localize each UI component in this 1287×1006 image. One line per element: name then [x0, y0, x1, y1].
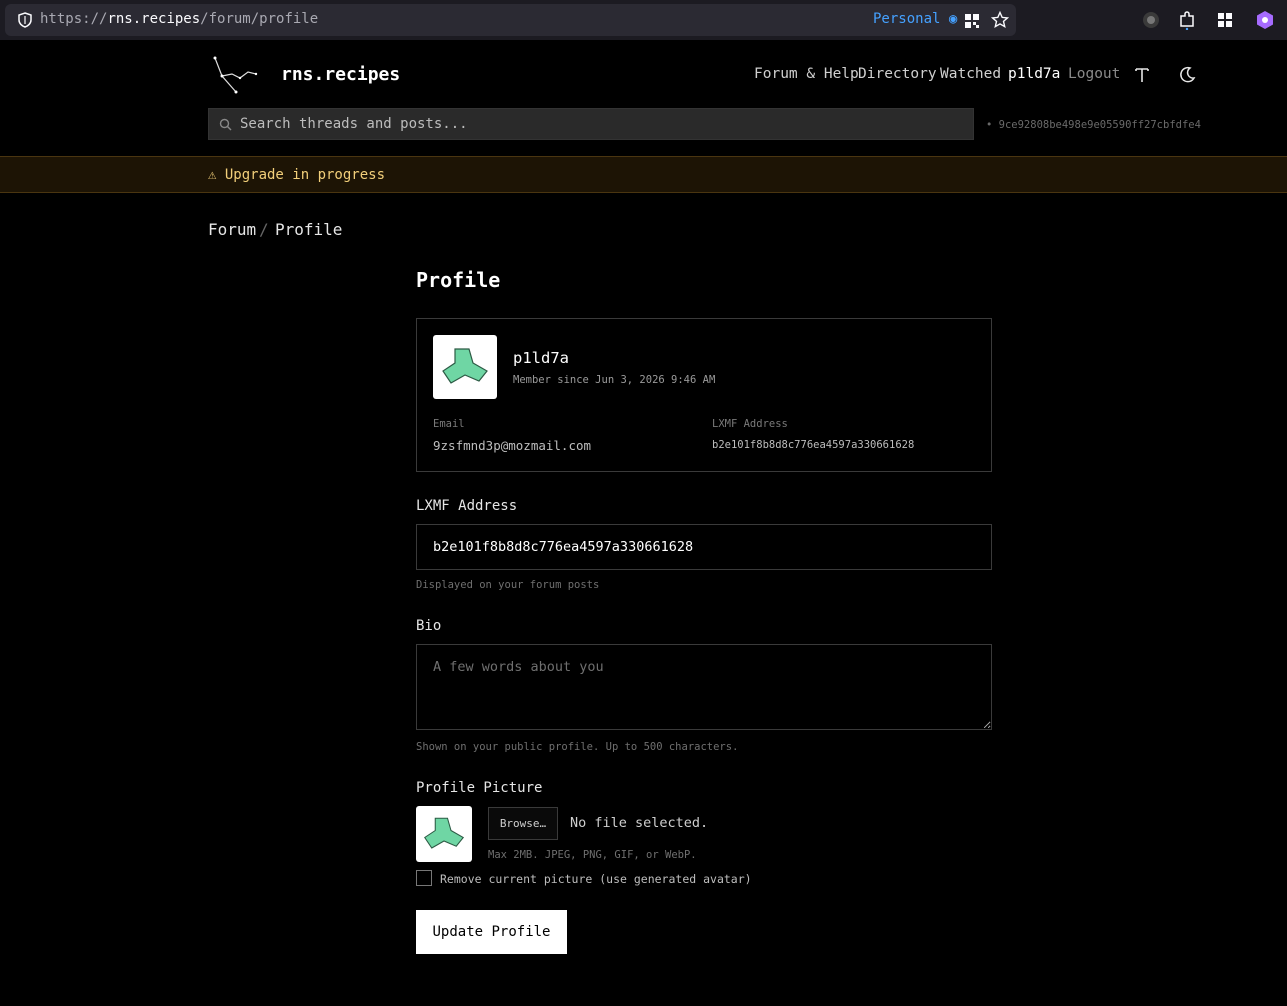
breadcrumb-forum[interactable]: Forum [208, 220, 256, 239]
lxmf-help: Displayed on your forum posts [416, 579, 600, 591]
fingerprint-icon: ◉ [948, 11, 958, 27]
remove-picture-label[interactable]: Remove current picture (use generated av… [440, 872, 752, 886]
bio-label: Bio [416, 618, 442, 634]
lxmf-label: LXMF Address [712, 418, 788, 430]
upgrade-banner: ⚠ Upgrade in progress [0, 156, 1287, 193]
picture-help: Max 2MB. JPEG, PNG, GIF, or WebP. [488, 849, 697, 861]
constellation-logo-icon[interactable] [212, 56, 262, 94]
breadcrumb-separator: / [259, 220, 269, 239]
qr-code-icon[interactable] [963, 12, 981, 30]
nav-directory[interactable]: Directory [858, 66, 937, 82]
browser-toolbar: https://rns.recipes/forum/profile Person… [0, 0, 1287, 40]
picture-label: Profile Picture [416, 780, 543, 796]
profile-username: p1ld7a [513, 349, 569, 367]
url-text[interactable]: https://rns.recipes/forum/profile [40, 11, 318, 27]
generated-avatar-icon [442, 348, 488, 384]
url-bar[interactable]: https://rns.recipes/forum/profile Person… [5, 4, 1016, 36]
nav-logout[interactable]: Logout [1068, 66, 1120, 82]
font-toggle-icon[interactable] [1133, 66, 1151, 84]
profile-card: p1ld7a Member since Jun 3, 2026 9:46 AM … [416, 318, 992, 472]
search-bar [208, 108, 974, 140]
search-icon [219, 118, 232, 131]
extension-badge-icon[interactable] [1141, 10, 1161, 30]
dark-mode-moon-icon[interactable] [1178, 66, 1196, 84]
no-file-text: No file selected. [570, 815, 709, 831]
bio-textarea[interactable] [416, 644, 992, 730]
nav-watched[interactable]: Watched [940, 66, 1001, 82]
lxmf-input[interactable] [416, 524, 992, 570]
bio-help: Shown on your public profile. Up to 500 … [416, 741, 739, 753]
banner-text: ⚠ Upgrade in progress [208, 167, 386, 183]
nav-forum-help[interactable]: Forum & Help [754, 66, 859, 82]
remove-picture-checkbox[interactable] [416, 870, 432, 886]
search-input[interactable] [240, 109, 960, 139]
lxmf-value: b2e101f8b8d8c776ea4597a330661628 [712, 439, 915, 451]
browse-button[interactable]: Browse… [488, 807, 558, 840]
picture-preview [416, 806, 472, 862]
site-name[interactable]: rns.recipes [281, 64, 400, 85]
nav-user[interactable]: p1ld7a [1008, 66, 1060, 82]
node-hash: • 9ce92808be498e9e05590ff27cbfdfe4 [986, 119, 1201, 131]
lxmf-field-label: LXMF Address [416, 498, 518, 514]
container-badge[interactable]: Personal ◉ [873, 11, 957, 27]
breadcrumb-current: Profile [275, 220, 343, 239]
page-title: Profile [416, 268, 501, 292]
hexagon-extension-icon[interactable] [1255, 10, 1275, 30]
apps-grid-icon[interactable] [1215, 10, 1235, 30]
shield-icon[interactable] [17, 12, 33, 28]
bookmark-star-icon[interactable] [991, 11, 1009, 29]
avatar [433, 335, 497, 399]
generated-avatar-preview-icon [424, 817, 465, 849]
email-value: 9zsfmnd3p@mozmail.com [433, 438, 592, 453]
member-since: Member since Jun 3, 2026 9:46 AM [513, 374, 716, 386]
extensions-puzzle-icon[interactable] [1177, 10, 1197, 30]
update-profile-button[interactable]: Update Profile [416, 910, 567, 954]
email-label: Email [433, 418, 465, 430]
